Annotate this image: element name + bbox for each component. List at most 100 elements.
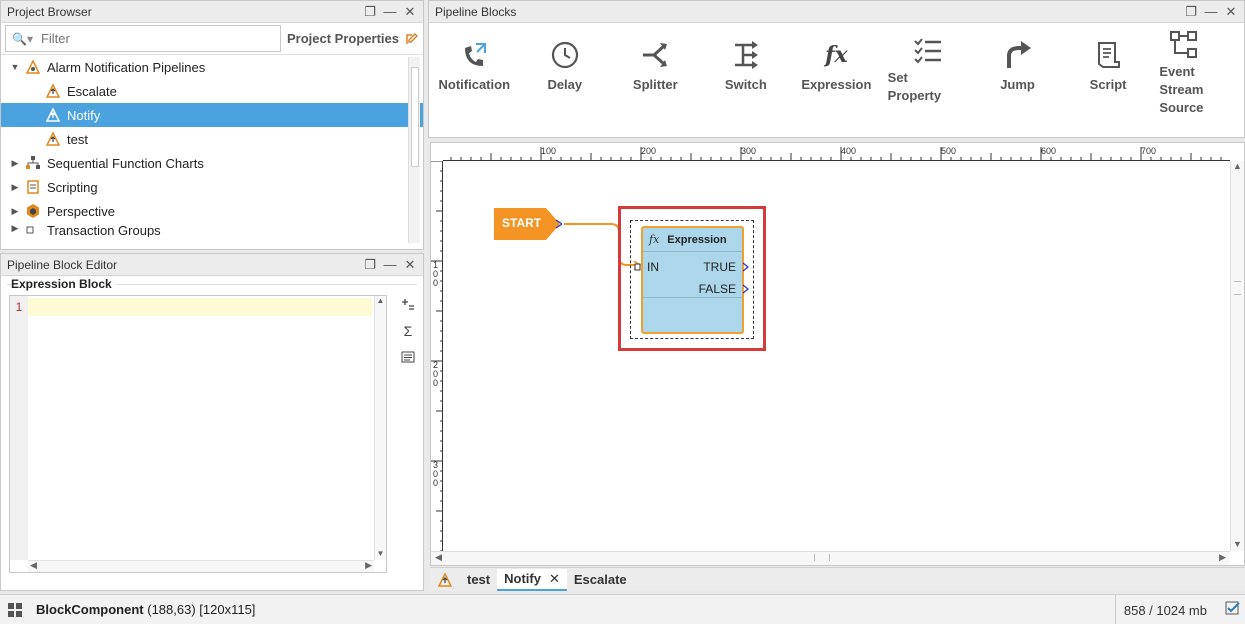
project-properties-button[interactable]: Project Properties — [287, 31, 419, 46]
palette-delay[interactable]: Delay — [520, 33, 611, 92]
filter-field[interactable]: 🔍▾ — [5, 25, 281, 52]
palette-label: Jump — [1000, 77, 1035, 92]
pipeline-tabs: test Notify ✕ Escalate — [430, 567, 1245, 591]
minimize-icon[interactable]: — — [383, 257, 397, 272]
component-geometry: (188,63) [120x115] — [147, 602, 256, 617]
ruler-label: 300 — [741, 146, 757, 156]
sigma-function-icon[interactable]: Σ — [399, 321, 417, 341]
panel-title: Pipeline Block Editor — [7, 257, 118, 272]
tree-item-perspective[interactable]: ▶ Perspective — [1, 199, 423, 223]
pipeline-blocks-header: Pipeline Blocks ❐ — ✕ — [429, 1, 1244, 23]
expand-right-icon[interactable]: ▶ — [9, 158, 21, 169]
false-port-label: FALSE — [698, 282, 736, 296]
current-line-highlight[interactable] — [28, 298, 372, 316]
palette-jump[interactable]: Jump — [972, 33, 1063, 92]
sfc-icon — [25, 155, 41, 171]
expression-block-title: fx Expression — [643, 228, 742, 252]
ruler-label: 100 — [433, 260, 439, 288]
insert-property-icon[interactable] — [399, 295, 417, 315]
expand-right-icon[interactable]: ▶ — [9, 206, 21, 217]
tree-scrollbar[interactable] — [408, 57, 420, 243]
restore-icon[interactable]: ❐ — [363, 4, 377, 19]
palette-label: Splitter — [632, 77, 678, 92]
filter-input[interactable] — [40, 31, 241, 46]
expression-code-editor[interactable]: 1 ▲ ▼ ◀ ▶ — [9, 295, 387, 573]
tree-item-scripting[interactable]: ▶ Scripting — [1, 175, 423, 199]
close-icon[interactable]: ✕ — [549, 571, 560, 587]
pipeline-icon — [45, 83, 61, 99]
pipeline-blocks-panel: Pipeline Blocks ❐ — ✕ Notification Delay… — [428, 0, 1245, 138]
expression-block-group-label: Expression Block — [11, 277, 116, 291]
palette-switch[interactable]: Switch — [701, 33, 792, 92]
status-component-info: BlockComponent (188,63) [120x115] — [36, 602, 255, 617]
list-icon[interactable] — [399, 347, 417, 367]
tab-label: Escalate — [573, 572, 627, 587]
palette-splitter[interactable]: Splitter — [610, 33, 701, 92]
ruler-label: 400 — [841, 146, 857, 156]
ruler-label: 100 — [541, 146, 557, 156]
tab-notify[interactable]: Notify ✕ — [497, 568, 567, 591]
palette-label: Switch — [724, 77, 767, 92]
minimize-icon[interactable]: — — [383, 4, 397, 19]
tree-item-transaction-groups[interactable]: ▶ Transaction Groups — [1, 223, 423, 237]
tree-item-label: Escalate — [67, 83, 117, 99]
status-check-icon[interactable] — [1225, 601, 1241, 620]
jump-arrow-icon — [1003, 33, 1033, 77]
memory-usage: 858 / 1024 mb — [1114, 595, 1215, 624]
editor-vertical-scrollbar[interactable]: ▲ ▼ — [374, 296, 386, 560]
palette-notification[interactable]: Notification — [429, 33, 520, 92]
in-port-connector[interactable] — [634, 262, 642, 272]
restore-icon[interactable]: ❐ — [363, 257, 377, 272]
project-tree: ▼ Alarm Notification Pipelines Escalate … — [1, 55, 423, 248]
tab-escalate[interactable]: Escalate — [567, 569, 634, 591]
tree-item-label: Transaction Groups — [47, 223, 161, 237]
start-block[interactable]: START — [494, 208, 564, 240]
palette-set-property[interactable]: Set Property — [882, 33, 973, 105]
transaction-groups-icon — [25, 223, 41, 237]
component-name: BlockComponent — [36, 602, 144, 617]
tree-item-test[interactable]: test — [1, 127, 423, 151]
project-browser-header: Project Browser ❐ — ✕ — [1, 1, 423, 23]
editor-horizontal-scrollbar[interactable]: ◀ ▶ — [28, 560, 374, 572]
expand-right-icon[interactable]: ▶ — [9, 223, 21, 234]
palette-script[interactable]: Script — [1063, 33, 1154, 92]
tab-label: Notify — [504, 571, 541, 586]
true-port-label: TRUE — [703, 260, 736, 274]
expression-block[interactable]: fx Expression IN TRUE FALSE — [634, 226, 749, 334]
event-stream-icon — [1159, 27, 1209, 63]
block-editor-header: Pipeline Block Editor ❐ — ✕ — [1, 254, 423, 276]
line-number: 1 — [10, 296, 28, 560]
tab-test[interactable]: test — [460, 569, 497, 591]
palette-label: Notification — [438, 77, 511, 92]
expand-right-icon[interactable]: ▶ — [9, 182, 21, 193]
close-icon[interactable]: ✕ — [403, 4, 417, 19]
true-port-connector[interactable] — [742, 262, 750, 272]
false-port-connector[interactable] — [742, 284, 750, 294]
fx-icon: fx — [825, 42, 848, 68]
grid-menu-icon[interactable] — [0, 602, 30, 617]
pipeline-canvas[interactable]: START fx Expression IN TRUE FALSE — [443, 161, 1230, 551]
pipeline-icon — [45, 131, 61, 147]
splitter-icon — [640, 33, 670, 77]
tree-item-alarm-notification-pipelines[interactable]: ▼ Alarm Notification Pipelines — [1, 55, 423, 79]
panel-title: Pipeline Blocks — [435, 4, 517, 19]
canvas-horizontal-scrollbar[interactable]: ◀ ▶ — [431, 551, 1230, 565]
tree-item-sequential-function-charts[interactable]: ▶ Sequential Function Charts — [1, 151, 423, 175]
expand-down-icon[interactable]: ▼ — [9, 62, 21, 72]
restore-icon[interactable]: ❐ — [1184, 4, 1198, 19]
palette-label: Set Property — [887, 70, 942, 103]
close-icon[interactable]: ✕ — [403, 257, 417, 272]
minimize-icon[interactable]: — — [1204, 4, 1218, 19]
palette-expression[interactable]: fx Expression — [791, 33, 882, 92]
palette-label: Delay — [547, 77, 583, 92]
close-icon[interactable]: ✕ — [1224, 4, 1238, 19]
start-label: START — [502, 216, 542, 230]
canvas-vertical-scrollbar[interactable]: ▲ ▼ — [1230, 161, 1244, 551]
tree-item-label: Sequential Function Charts — [47, 155, 204, 171]
tree-item-notify[interactable]: Notify — [1, 103, 423, 127]
tree-item-escalate[interactable]: Escalate — [1, 79, 423, 103]
palette-event-stream-source[interactable]: Event Stream Source — [1153, 27, 1244, 117]
switch-icon — [731, 33, 761, 77]
fx-icon: fx — [649, 233, 660, 246]
script-icon — [1093, 33, 1123, 77]
